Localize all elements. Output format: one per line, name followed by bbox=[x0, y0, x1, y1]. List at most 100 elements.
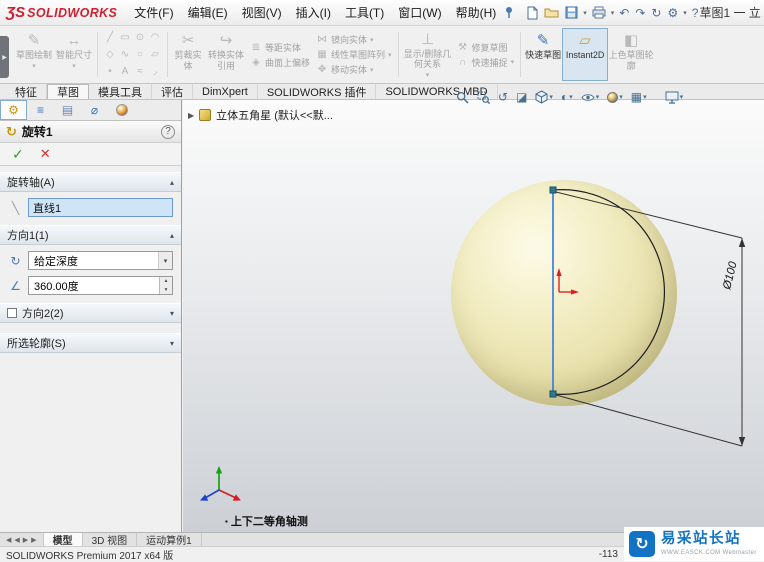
graphics-viewport[interactable]: ▶ 立体五角星 (默认<<默... Ø100 ▪ 上下二等角轴测 bbox=[183, 100, 764, 532]
arc-tool-icon[interactable]: ◠ bbox=[148, 30, 162, 46]
smart-dimension-button[interactable]: ↔ 智能尺寸 ▾ bbox=[54, 28, 94, 81]
move-entities-button[interactable]: ✥ 移动实体 ▾ bbox=[313, 63, 395, 77]
tab-property-manager[interactable]: ⚙ bbox=[0, 100, 27, 120]
diameter-dimension[interactable]: Ø100 bbox=[555, 191, 746, 447]
repair-sketch-button[interactable]: ⚒ 修复草图 bbox=[454, 40, 518, 54]
direction2-checkbox[interactable] bbox=[7, 308, 17, 318]
chevron-down-icon[interactable]: ▾ bbox=[611, 9, 615, 17]
toolbar-flyout-handle[interactable]: ▶ bbox=[0, 36, 9, 78]
trim-entities-button[interactable]: ✂ 剪裁实体 bbox=[171, 28, 205, 81]
3d-views-tab[interactable]: 3D 视图 bbox=[83, 533, 138, 547]
apply-scene-button[interactable]: ▦ ▾ bbox=[631, 90, 647, 104]
section-view-button[interactable]: ◪ bbox=[516, 90, 527, 104]
save-icon[interactable] bbox=[564, 4, 579, 22]
instant2d-button[interactable]: ▱ Instant2D bbox=[562, 28, 609, 81]
tab-scroll-arrows[interactable]: ◀ ◀ ▶ ▶ bbox=[0, 533, 44, 546]
menu-window[interactable]: 窗口(W) bbox=[391, 3, 448, 22]
point-tool-icon[interactable]: • bbox=[103, 64, 117, 80]
tab-sketch[interactable]: 草图 bbox=[47, 84, 89, 99]
scroll-last-icon[interactable]: ▶ bbox=[31, 536, 36, 544]
chevron-down-icon: ▾ bbox=[569, 94, 573, 101]
display-delete-relations-button[interactable]: ⊥ 显示/删除几何关系 ▾ bbox=[402, 28, 454, 81]
expand-icon[interactable]: ▶ bbox=[188, 111, 194, 120]
edit-appearance-button[interactable]: ▾ bbox=[607, 91, 623, 103]
zoom-to-fit-button[interactable] bbox=[456, 91, 469, 104]
view-settings-button[interactable]: ▾ bbox=[665, 91, 683, 104]
help-icon[interactable]: ? bbox=[691, 4, 700, 22]
line-tool-icon[interactable]: ╱ bbox=[103, 30, 117, 46]
polygon-tool-icon[interactable]: ◇ bbox=[103, 47, 117, 63]
print-icon[interactable] bbox=[591, 4, 607, 22]
zoom-to-area-button[interactable] bbox=[477, 91, 490, 104]
tab-features[interactable]: 特征 bbox=[6, 84, 47, 99]
text-tool-icon[interactable]: A bbox=[118, 64, 132, 80]
ellipse-tool-icon[interactable]: ○ bbox=[133, 47, 147, 63]
axis-selection-field[interactable]: 直线1 bbox=[28, 198, 173, 217]
sketch-button[interactable]: ✎ 草图绘制 ▾ bbox=[14, 28, 54, 81]
sketch-endpoint-top[interactable] bbox=[549, 186, 557, 194]
selected-contours-section[interactable]: 所选轮廓(S) ▾ bbox=[0, 333, 181, 353]
fillet-tool-icon[interactable]: ◞ bbox=[148, 64, 162, 80]
rapid-sketch-button[interactable]: ✎ 快速草图 bbox=[524, 28, 562, 81]
equation-tool-icon[interactable]: ≈ bbox=[133, 64, 147, 80]
tab-display-manager[interactable] bbox=[108, 100, 135, 120]
help-icon[interactable]: ? bbox=[161, 124, 175, 139]
menu-tools[interactable]: 工具(T) bbox=[338, 3, 391, 22]
slot-tool-icon[interactable]: ▱ bbox=[148, 47, 162, 63]
ok-button[interactable]: ✓ bbox=[12, 146, 24, 163]
sketch-endpoint-bottom[interactable] bbox=[549, 390, 557, 398]
feature-tree-breadcrumb[interactable]: ▶ 立体五角星 (默认<<默... bbox=[188, 107, 333, 123]
options-gear-icon[interactable]: ⚙ bbox=[666, 4, 679, 22]
menu-edit[interactable]: 编辑(E) bbox=[181, 3, 235, 22]
chevron-down-icon[interactable]: ▾ bbox=[583, 9, 587, 17]
angle-spinner[interactable]: 360.00度 ▴ ▾ bbox=[28, 276, 173, 295]
cancel-button[interactable]: ✕ bbox=[40, 146, 51, 162]
circle-tool-icon[interactable]: ⊙ bbox=[133, 30, 147, 46]
tab-dimxpert[interactable]: DimXpert bbox=[193, 84, 258, 99]
hide-show-items-button[interactable]: ▾ bbox=[581, 92, 599, 103]
end-condition-select[interactable]: 给定深度 ▾ bbox=[28, 251, 173, 270]
tab-solidworks-addins[interactable]: SOLIDWORKS 插件 bbox=[258, 84, 377, 99]
mirror-entities-button[interactable]: ⋈ 镜向实体 ▾ bbox=[313, 33, 395, 47]
offset-entities-button[interactable]: ≣ 等距实体 bbox=[247, 40, 313, 54]
tab-feature-manager[interactable]: ≡ bbox=[27, 100, 54, 120]
tab-mold-tools[interactable]: 模具工具 bbox=[89, 84, 152, 99]
spinner-up-icon[interactable]: ▴ bbox=[160, 277, 172, 286]
chevron-down-icon[interactable]: ▾ bbox=[683, 9, 687, 17]
scroll-next-icon[interactable]: ▶ bbox=[23, 536, 28, 544]
new-document-icon[interactable] bbox=[525, 4, 539, 22]
spinner-down-icon[interactable]: ▾ bbox=[160, 285, 172, 294]
tab-configuration-manager[interactable]: ▤ bbox=[54, 100, 81, 120]
tab-dimxpert-manager[interactable]: ⌀ bbox=[81, 100, 108, 120]
convert-entities-button[interactable]: ↪ 转换实体引用 bbox=[205, 28, 247, 81]
linear-sketch-pattern-button[interactable]: ▦ 线性草图阵列 ▾ bbox=[313, 48, 395, 62]
menu-insert[interactable]: 插入(I) bbox=[289, 3, 338, 22]
tab-evaluate[interactable]: 评估 bbox=[152, 84, 193, 99]
menu-file[interactable]: 文件(F) bbox=[127, 3, 180, 22]
linear-sketch-pattern-label: 线性草图阵列 bbox=[331, 50, 386, 60]
menu-pin-icon[interactable] bbox=[503, 4, 515, 22]
scroll-first-icon[interactable]: ◀ bbox=[6, 536, 11, 544]
rebuild-icon[interactable]: ↻ bbox=[650, 4, 662, 22]
revolve-direction-icon[interactable]: ↻ bbox=[8, 254, 23, 268]
model-tab[interactable]: 模型 bbox=[43, 533, 83, 547]
scroll-prev-icon[interactable]: ◀ bbox=[14, 536, 19, 544]
view-orientation-button[interactable]: ▾ bbox=[535, 90, 553, 104]
redo-icon[interactable]: ↷ bbox=[634, 4, 646, 22]
axis-line-icon: ╲ bbox=[11, 200, 20, 215]
spline-tool-icon[interactable]: ∿ bbox=[118, 47, 132, 63]
open-document-icon[interactable] bbox=[543, 4, 560, 22]
offset-on-surface-button[interactable]: ◈ 曲面上偏移 bbox=[247, 55, 313, 69]
undo-icon[interactable]: ↶ bbox=[618, 4, 630, 22]
display-style-button[interactable]: ◐ ▾ bbox=[561, 90, 573, 104]
menu-help[interactable]: 帮助(H) bbox=[449, 3, 504, 22]
shaded-sketch-contours-button[interactable]: ◧ 上色草图轮廓 bbox=[608, 28, 654, 81]
axis-of-revolution-section[interactable]: 旋转轴(A) ▴ bbox=[0, 172, 181, 192]
previous-view-button[interactable]: ↺ bbox=[498, 90, 508, 104]
rectangle-tool-icon[interactable]: ▭ bbox=[118, 30, 132, 46]
quick-snaps-button[interactable]: ∩ 快速捕捉 ▾ bbox=[454, 55, 518, 69]
direction2-section[interactable]: 方向2(2) ▾ bbox=[0, 303, 181, 323]
motion-study-tab[interactable]: 运动算例1 bbox=[137, 533, 202, 547]
direction1-section[interactable]: 方向1(1) ▴ bbox=[0, 225, 181, 245]
menu-view[interactable]: 视图(V) bbox=[235, 3, 289, 22]
